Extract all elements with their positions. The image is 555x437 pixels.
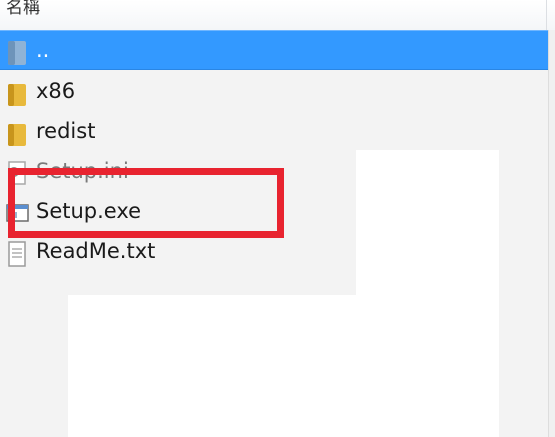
whiteout-block-right: [356, 150, 499, 296]
folder-icon: [8, 124, 26, 146]
name-column-title[interactable]: 名稱: [6, 0, 40, 18]
whiteout-block-bottom: [68, 295, 499, 437]
file-row-redist[interactable]: redist: [0, 112, 555, 152]
column-divider[interactable]: [546, 0, 547, 30]
folder-up-icon: [8, 41, 26, 65]
file-row-x86[interactable]: x86: [0, 72, 555, 112]
text-file-icon: [8, 241, 26, 267]
file-row-parent[interactable]: ..: [0, 30, 555, 70]
scrollbar-track[interactable]: [548, 30, 555, 437]
file-name-label: ..: [36, 38, 50, 62]
file-name-label: x86: [36, 79, 76, 103]
highlight-box: [8, 168, 284, 238]
folder-icon: [8, 84, 26, 106]
file-name-label: redist: [36, 119, 96, 143]
file-name-label: ReadMe.txt: [36, 239, 156, 263]
column-header[interactable]: 名稱: [0, 0, 555, 31]
